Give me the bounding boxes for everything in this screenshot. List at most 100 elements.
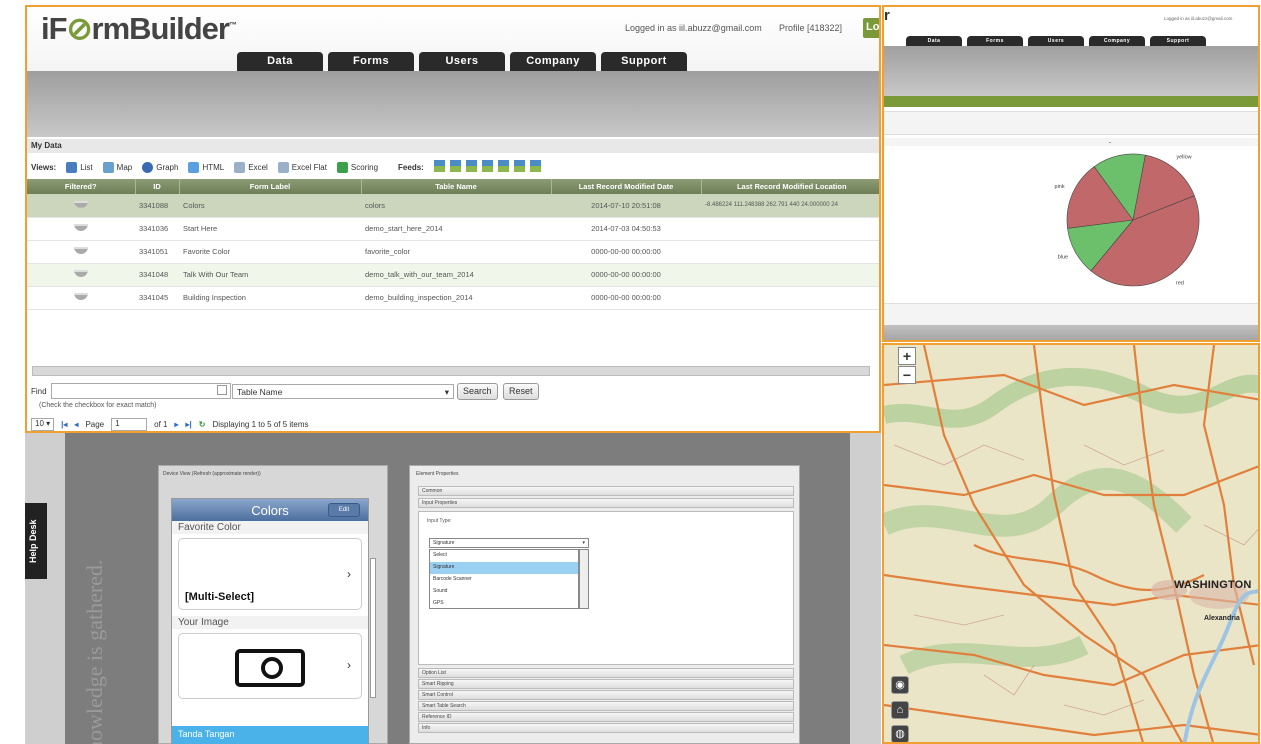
header-band xyxy=(884,46,1258,96)
filter-cell[interactable] xyxy=(27,286,135,310)
section-reference-id[interactable]: Reference ID xyxy=(418,712,794,722)
filter-cell[interactable] xyxy=(27,194,135,218)
chevron-right-icon: › xyxy=(347,567,351,581)
col-form-label[interactable]: Form Label xyxy=(179,179,362,194)
graph-panel: r Logged in as iil.abuzz@gmail.com Data … xyxy=(882,5,1260,342)
section-common[interactable]: Common xyxy=(418,486,794,496)
option-select[interactable]: Select xyxy=(430,550,578,562)
feeds-icons xyxy=(433,160,546,174)
tab-support[interactable]: Support xyxy=(601,52,687,71)
multi-select-field[interactable]: › [Multi-Select] xyxy=(178,538,362,610)
view-excel[interactable]: Excel xyxy=(234,161,268,173)
tab-data[interactable]: Data xyxy=(906,36,962,46)
first-page-icon[interactable]: |◂ xyxy=(61,420,67,429)
tab-data[interactable]: Data xyxy=(237,52,323,71)
col-filtered[interactable]: Filtered? xyxy=(27,179,136,194)
chart-toolbar xyxy=(884,111,1258,135)
feed-icon[interactable] xyxy=(529,160,541,172)
page-size-select[interactable]: 10 ▾ xyxy=(31,417,55,431)
zoom-in-button[interactable]: + xyxy=(898,347,916,365)
view-list[interactable]: List xyxy=(66,161,93,173)
tab-users[interactable]: Users xyxy=(419,52,505,71)
app-logo[interactable]: iF⊘rmBuilder™ xyxy=(41,11,237,47)
section-smart-control[interactable]: Smart Control xyxy=(418,690,794,700)
feed-icon[interactable] xyxy=(513,160,525,172)
col-id[interactable]: ID xyxy=(135,179,180,194)
options-scrollbar[interactable] xyxy=(579,549,589,609)
table-row[interactable]: 3341036 Start Here demo_start_here_2014 … xyxy=(27,217,879,241)
app-header: iF⊘rmBuilder™ Logged in as iil.abuzz@gma… xyxy=(27,7,879,71)
camera-icon xyxy=(235,649,305,687)
views-toolbar: Views: List Map Graph HTML Excel Excel F… xyxy=(27,157,879,177)
table-row[interactable]: 3341045 Building Inspection demo_buildin… xyxy=(27,286,879,310)
view-map[interactable]: Map xyxy=(102,161,132,173)
locate-icon[interactable]: ◉ xyxy=(891,676,909,694)
page-input[interactable]: 1 xyxy=(111,417,148,431)
reset-button[interactable]: Reset xyxy=(503,383,539,400)
globe-icon[interactable]: ◍ xyxy=(891,725,909,742)
signature-field[interactable]: Tanda Tangan xyxy=(172,726,368,744)
edit-button[interactable]: Edit xyxy=(328,503,360,517)
pie-label-red: red xyxy=(1176,281,1184,287)
side-slogan: knowledge is gathered. xyxy=(82,559,107,744)
tab-users[interactable]: Users xyxy=(1028,36,1084,46)
image-field[interactable]: › xyxy=(178,633,362,699)
tab-forms[interactable]: Forms xyxy=(967,36,1023,46)
tab-support[interactable]: Support xyxy=(1150,36,1206,46)
section-smart-ripping[interactable]: Smart Ripping xyxy=(418,679,794,689)
profile-link[interactable]: Profile [418322] xyxy=(779,23,842,33)
cell-id: 3341048 xyxy=(135,263,179,287)
section-input-properties[interactable]: Input Properties xyxy=(418,498,794,508)
feed-icon[interactable] xyxy=(433,160,445,172)
refresh-icon[interactable]: ↻ xyxy=(199,420,206,429)
search-button[interactable]: Search xyxy=(457,383,498,400)
tab-company[interactable]: Company xyxy=(1089,36,1145,46)
exact-match-checkbox[interactable] xyxy=(217,385,227,395)
zoom-out-button[interactable]: − xyxy=(898,366,916,384)
feed-icon[interactable] xyxy=(497,160,509,172)
input-type-select[interactable]: Signature ▾ xyxy=(429,538,589,548)
filter-cell[interactable] xyxy=(27,240,135,264)
cell-table: demo_start_here_2014 xyxy=(361,217,551,241)
feed-icon[interactable] xyxy=(481,160,493,172)
map-canvas[interactable] xyxy=(884,345,1260,744)
help-desk-tab[interactable]: Help Desk xyxy=(25,503,47,579)
multi-select-label: [Multi-Select] xyxy=(185,591,255,603)
view-graph[interactable]: Graph xyxy=(142,161,178,173)
table-row[interactable]: 3341088 Colors colors 2014-07-10 20:51:0… xyxy=(27,194,879,218)
col-last-date[interactable]: Last Record Modified Date xyxy=(551,179,702,194)
view-scoring[interactable]: Scoring xyxy=(336,161,378,173)
home-icon[interactable]: ⌂ xyxy=(891,701,909,719)
next-page-icon[interactable]: ▸ xyxy=(174,420,178,429)
tab-company[interactable]: Company xyxy=(510,52,596,71)
table-row[interactable]: 3341051 Favorite Color favorite_color 00… xyxy=(27,240,879,264)
table-row[interactable]: 3341048 Talk With Our Team demo_talk_wit… xyxy=(27,263,879,287)
section-smart-table-search[interactable]: Smart Table Search xyxy=(418,701,794,711)
tab-forms[interactable]: Forms xyxy=(328,52,414,71)
section-info[interactable]: Info xyxy=(418,723,794,733)
feed-icon[interactable] xyxy=(449,160,461,172)
cell-id: 3341051 xyxy=(135,240,179,264)
find-input[interactable] xyxy=(51,383,231,399)
option-sound[interactable]: Sound xyxy=(430,586,578,598)
prev-page-icon[interactable]: ◂ xyxy=(74,420,78,429)
feed-icon[interactable] xyxy=(465,160,477,172)
map-panel[interactable]: + − WASHINGTON Alexandria ◉ ⌂ ◍ xyxy=(882,343,1260,744)
option-barcode[interactable]: Barcode Scanner xyxy=(430,574,578,586)
option-gps[interactable]: GPS xyxy=(430,598,578,610)
col-last-location[interactable]: Last Record Modified Location xyxy=(701,179,879,194)
horizontal-scrollbar[interactable] xyxy=(32,366,870,376)
option-signature[interactable]: Signature xyxy=(430,562,578,574)
cell-table: demo_building_inspection_2014 xyxy=(361,286,551,310)
phone-scrollbar[interactable] xyxy=(370,558,376,698)
view-excel-flat[interactable]: Excel Flat xyxy=(277,161,327,173)
filter-cell[interactable] xyxy=(27,263,135,287)
view-html[interactable]: HTML xyxy=(188,161,224,173)
search-field-select[interactable]: Table Name ▾ xyxy=(232,384,454,399)
pager: 10 ▾ |◂ ◂ Page 1 of 1 ▸ ▸| ↻ Displaying … xyxy=(31,415,879,431)
filter-cell[interactable] xyxy=(27,217,135,241)
col-table-name[interactable]: Table Name xyxy=(361,179,552,194)
last-page-icon[interactable]: ▸| xyxy=(185,420,191,429)
logout-button[interactable]: Lo xyxy=(863,18,879,38)
section-option-list[interactable]: Option List xyxy=(418,668,794,678)
